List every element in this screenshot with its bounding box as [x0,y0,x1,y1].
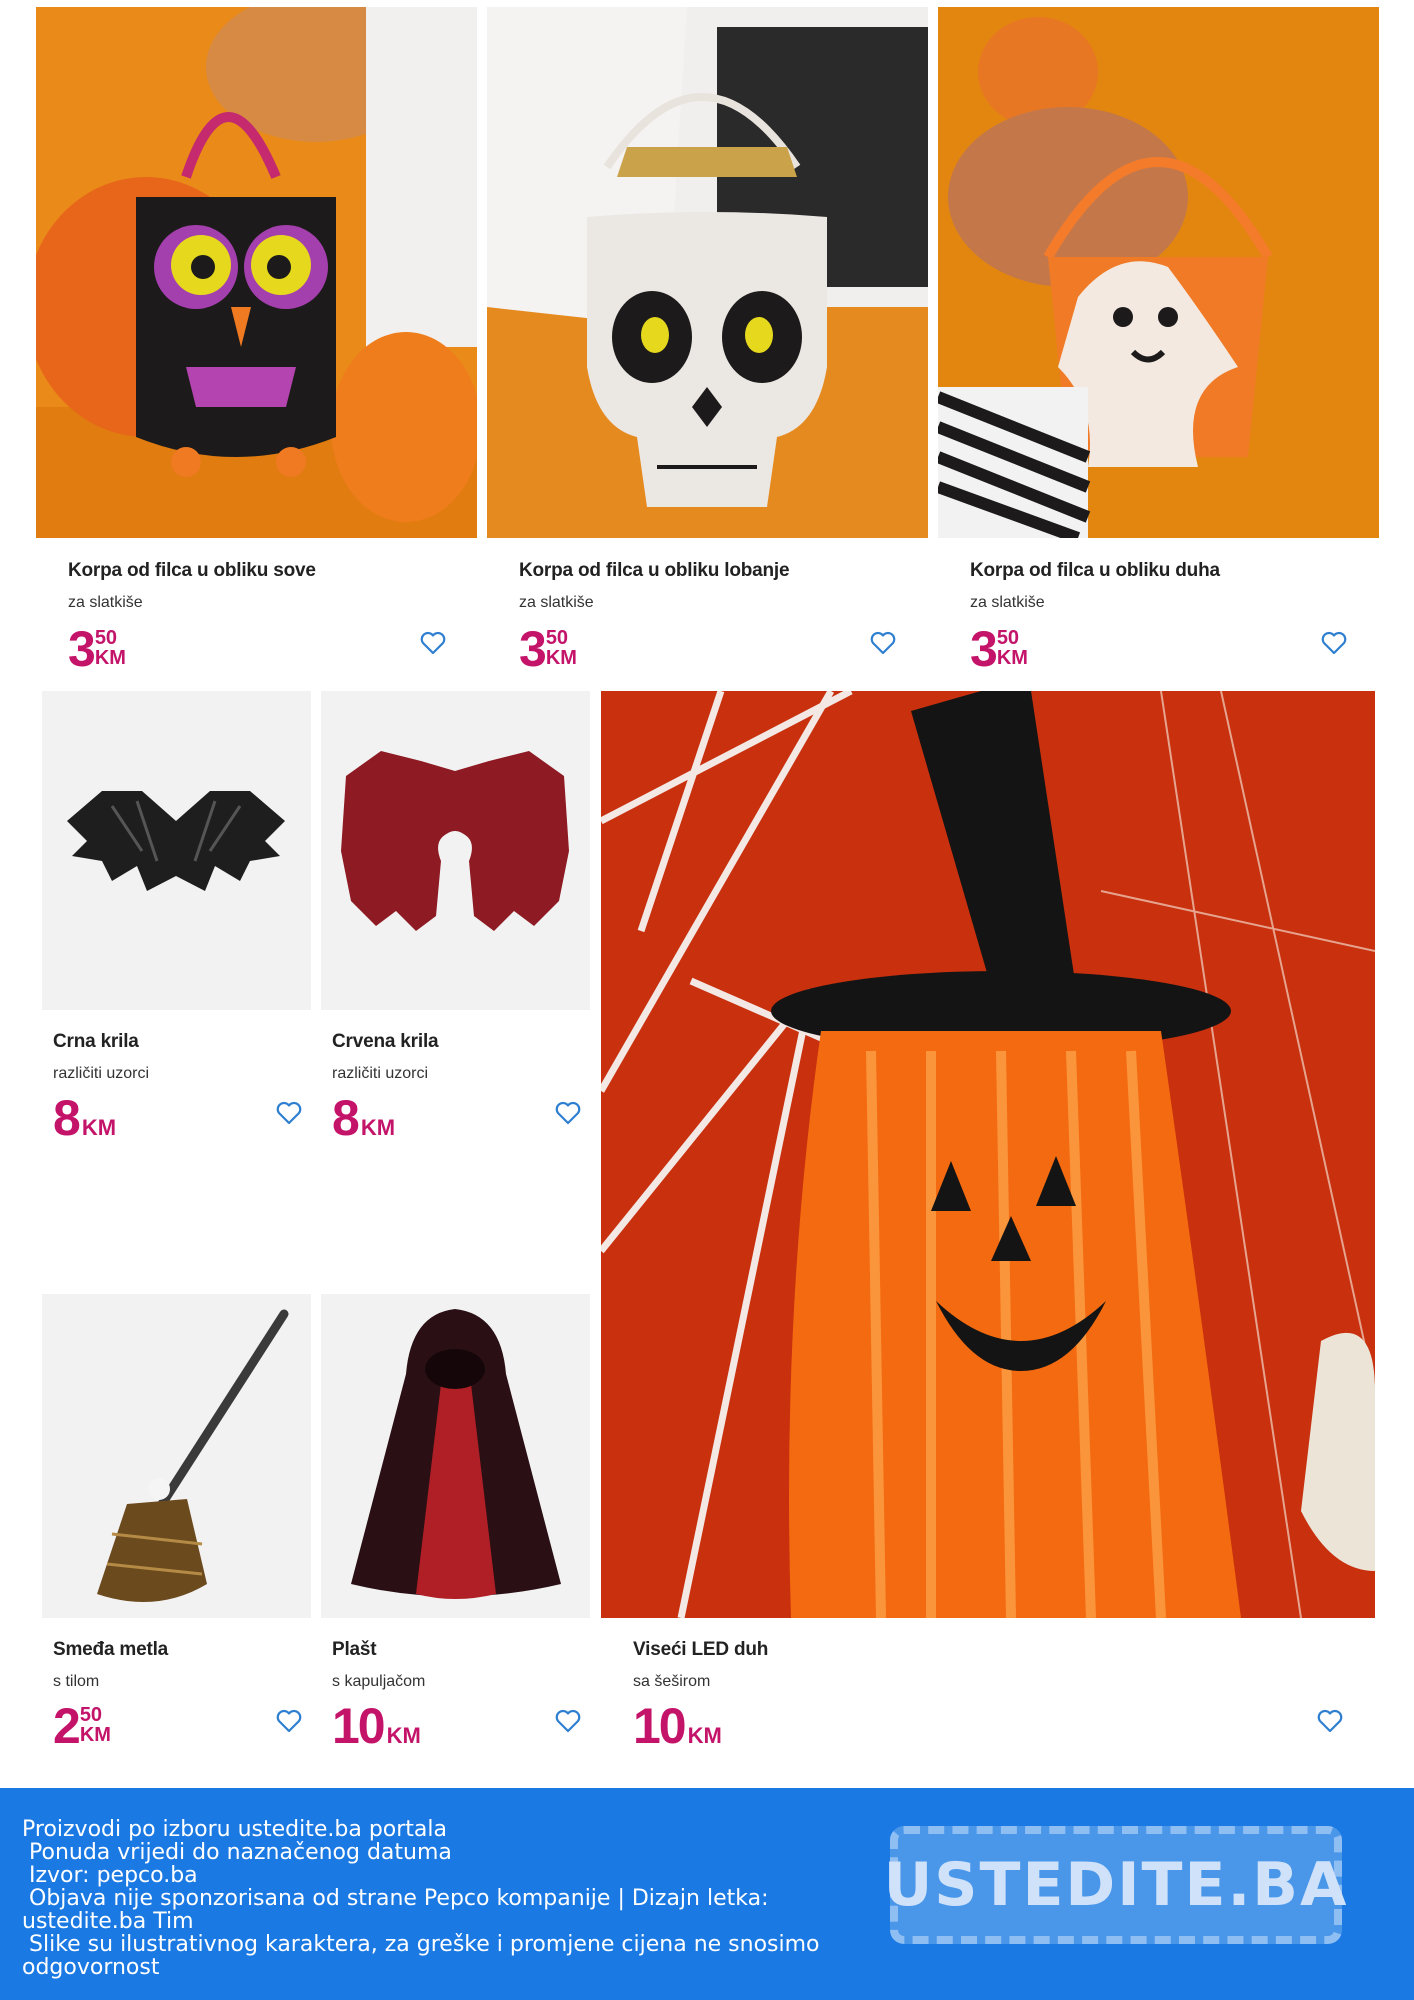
product-subtitle: za slatkiše [519,594,594,611]
disclaimer-line: Objava nije sponzorisana od strane Pepco… [22,1886,776,1934]
disclaimer-line: Slike su ilustrativnog karaktera, za gre… [22,1932,827,1980]
product-name[interactable]: Smeđa metla [53,1639,303,1661]
price-integer: 10 [633,1698,687,1754]
price-cents: 50 [94,627,118,649]
price-integer: 8 [332,1090,360,1146]
product-card-skull-basket: Korpa od filca u obliku lobanje za slatk… [519,560,919,680]
product-price: 8 KM [53,1093,116,1143]
price-integer: 3 [68,621,96,677]
wishlist-heart-icon[interactable] [555,1101,581,1125]
price-currency: KM [79,1724,111,1746]
product-card-owl-basket: Korpa od filca u obliku sove za slatkiše… [68,560,468,680]
product-image-red-wings[interactable] [321,691,590,1010]
product-subtitle: sa šeširom [633,1673,711,1690]
product-subtitle: s tilom [53,1673,100,1690]
price-currency: KM [386,1723,421,1748]
product-name[interactable]: Korpa od filca u obliku lobanje [519,560,919,582]
disclaimer-line: Proizvodi po izboru ustedite.ba portala [22,1817,448,1842]
wishlist-heart-icon[interactable] [276,1101,302,1125]
product-subtitle: različiti uzorci [53,1065,150,1082]
product-name[interactable]: Korpa od filca u obliku duha [970,560,1370,582]
product-name[interactable]: Crvena krila [332,1031,582,1053]
wishlist-heart-icon[interactable] [870,631,896,655]
product-name[interactable]: Crna krila [53,1031,303,1053]
product-card-ghost-basket: Korpa od filca u obliku duha za slatkiše… [970,560,1370,680]
wishlist-heart-icon[interactable] [1317,1709,1343,1733]
price-integer: 8 [53,1090,81,1146]
price-currency: KM [687,1723,722,1748]
product-card-cape: Plašt s kapuljačom 10 KM [332,1639,582,1759]
price-cents: 50 [79,1704,103,1726]
product-subtitle: s kapuljačom [332,1673,426,1690]
product-card-red-wings: Crvena krila različiti uzorci 8 KM [332,1031,582,1151]
product-image-hooded-cape[interactable] [321,1294,590,1618]
disclaimer-line: Ponuda vrijedi do naznačenog datuma [22,1840,452,1865]
product-image-brown-broom[interactable] [42,1294,311,1618]
price-integer: 2 [53,1698,81,1754]
product-price: 10 KM [332,1701,421,1751]
product-image-ghost-basket[interactable] [938,7,1379,538]
product-price: 3 50 KM [68,624,126,674]
logo-text: USTEDITE.BA [883,1850,1349,1920]
product-name[interactable]: Korpa od filca u obliku sove [68,560,468,582]
product-name[interactable]: Plašt [332,1639,582,1661]
product-image-skull-basket[interactable] [487,7,928,538]
product-subtitle: različiti uzorci [332,1065,429,1082]
product-name[interactable]: Viseći LED duh [633,1639,1033,1661]
product-card-led-ghost: Viseći LED duh sa šeširom 10 KM [633,1639,1033,1759]
product-price: 8 KM [332,1093,395,1143]
product-price: 3 50 KM [970,624,1028,674]
price-currency: KM [545,647,577,669]
product-subtitle: za slatkiše [68,594,143,611]
footer-banner: Proizvodi po izboru ustedite.ba portala … [0,1788,1414,2000]
product-subtitle: za slatkiše [970,594,1045,611]
price-cents: 50 [545,627,569,649]
price-currency: KM [81,1115,117,1140]
disclaimer-text: Proizvodi po izboru ustedite.ba portala … [22,1818,842,1979]
wishlist-heart-icon[interactable] [276,1709,302,1733]
wishlist-heart-icon[interactable] [420,631,446,655]
product-card-black-wings: Crna krila različiti uzorci 8 KM [53,1031,303,1151]
price-integer: 3 [519,621,547,677]
disclaimer-line: Izvor: pepco.ba [22,1863,198,1888]
price-currency: KM [94,647,126,669]
price-currency: KM [996,647,1028,669]
product-image-black-wings[interactable] [42,691,311,1010]
price-cents: 50 [996,627,1020,649]
product-price: 2 50 KM [53,1701,111,1751]
wishlist-heart-icon[interactable] [555,1709,581,1733]
product-price: 10 KM [633,1701,722,1751]
price-integer: 3 [970,621,998,677]
product-price: 3 50 KM [519,624,577,674]
wishlist-heart-icon[interactable] [1321,631,1347,655]
product-card-broom: Smeđa metla s tilom 2 50 KM [53,1639,303,1759]
ustedite-logo: USTEDITE.BA [884,1826,1346,1944]
price-integer: 10 [332,1698,386,1754]
product-image-owl-basket[interactable] [36,7,477,538]
product-image-hanging-led-ghost[interactable] [601,691,1375,1618]
price-currency: KM [360,1115,396,1140]
